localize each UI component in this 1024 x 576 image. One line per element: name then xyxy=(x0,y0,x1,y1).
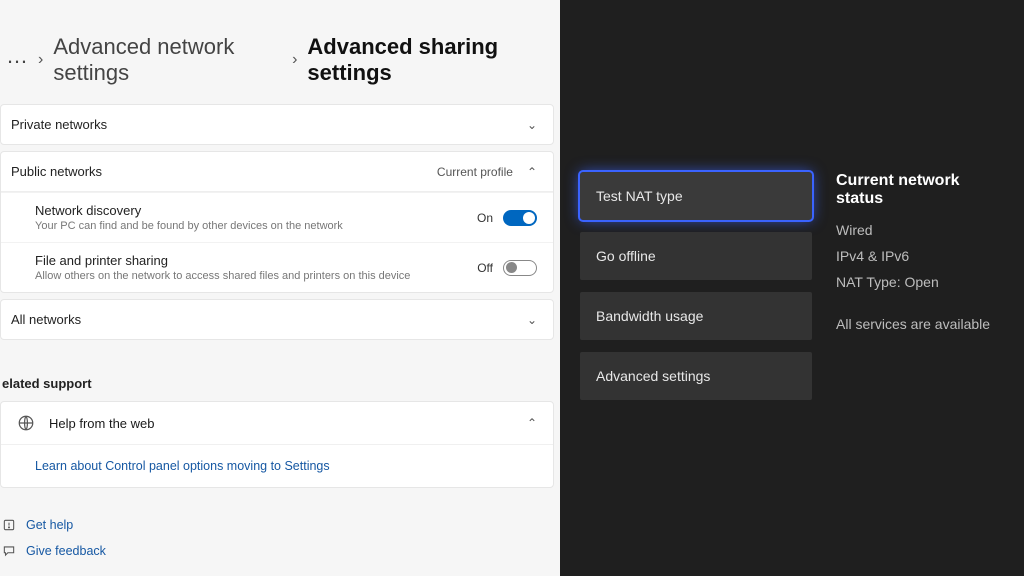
help-from-web-label: Help from the web xyxy=(49,416,155,431)
status-nat-type: NAT Type: Open xyxy=(836,274,1008,290)
xbox-button-list: Test NAT type Go offline Bandwidth usage… xyxy=(580,172,812,400)
link-control-panel-moving[interactable]: Learn about Control panel options moving… xyxy=(1,444,553,487)
current-profile-label: Current profile xyxy=(437,165,513,179)
status-services: All services are available xyxy=(836,316,1008,332)
xbox-network-pane: Test NAT type Go offline Bandwidth usage… xyxy=(560,0,1024,576)
give-feedback-label: Give feedback xyxy=(26,544,106,558)
breadcrumb-ellipsis[interactable]: … xyxy=(0,45,28,67)
breadcrumb-current: Advanced sharing settings xyxy=(307,34,552,86)
breadcrumb: … › Advanced network settings › Advanced… xyxy=(0,0,560,104)
section-header-public[interactable]: Public networks Current profile ⌃ xyxy=(1,152,553,191)
status-connection: Wired xyxy=(836,222,1008,238)
toggle-network-discovery[interactable] xyxy=(503,210,537,226)
chevron-up-icon: ⌃ xyxy=(527,416,537,430)
setting-desc: Allow others on the network to access sh… xyxy=(35,270,410,282)
setting-title: Network discovery xyxy=(35,203,343,218)
section-title: All networks xyxy=(11,312,81,327)
setting-file-printer-sharing: File and printer sharing Allow others on… xyxy=(1,242,553,292)
windows-settings-pane: … › Advanced network settings › Advanced… xyxy=(0,0,560,576)
section-title: Public networks xyxy=(11,164,102,179)
toggle-state-label: Off xyxy=(477,261,493,275)
toggle-state-label: On xyxy=(477,211,493,225)
chevron-up-icon: ⌃ xyxy=(527,165,537,179)
breadcrumb-link-advanced-network[interactable]: Advanced network settings xyxy=(53,34,282,86)
chevron-right-icon: › xyxy=(292,51,297,69)
section-all-networks[interactable]: All networks ⌄ xyxy=(0,299,554,340)
feedback-icon xyxy=(2,544,16,558)
related-support-heading: elated support xyxy=(0,346,560,401)
setting-desc: Your PC can find and be found by other d… xyxy=(35,220,343,232)
footer-links: Get help Give feedback xyxy=(0,494,560,558)
section-private-networks[interactable]: Private networks ⌄ xyxy=(0,104,554,145)
globe-icon xyxy=(17,414,35,432)
button-test-nat-type[interactable]: Test NAT type xyxy=(580,172,812,220)
setting-network-discovery: Network discovery Your PC can find and b… xyxy=(1,192,553,242)
chevron-right-icon: › xyxy=(38,51,43,69)
section-public-networks: Public networks Current profile ⌃ Networ… xyxy=(0,151,554,293)
link-give-feedback[interactable]: Give feedback xyxy=(2,544,560,558)
help-icon xyxy=(2,518,16,532)
chevron-down-icon: ⌄ xyxy=(527,118,537,132)
button-bandwidth-usage[interactable]: Bandwidth usage xyxy=(580,292,812,340)
status-title: Current network status xyxy=(836,172,1008,208)
network-status-panel: Current network status Wired IPv4 & IPv6… xyxy=(836,172,1008,332)
help-from-web-row[interactable]: Help from the web ⌃ xyxy=(1,402,553,444)
button-advanced-settings[interactable]: Advanced settings xyxy=(580,352,812,400)
related-support-card: Help from the web ⌃ Learn about Control … xyxy=(0,401,554,488)
button-go-offline[interactable]: Go offline xyxy=(580,232,812,280)
status-ip: IPv4 & IPv6 xyxy=(836,248,1008,264)
get-help-label: Get help xyxy=(26,518,73,532)
chevron-down-icon: ⌄ xyxy=(527,313,537,327)
link-get-help[interactable]: Get help xyxy=(2,518,560,532)
section-title: Private networks xyxy=(11,117,107,132)
setting-title: File and printer sharing xyxy=(35,253,410,268)
toggle-file-printer-sharing[interactable] xyxy=(503,260,537,276)
